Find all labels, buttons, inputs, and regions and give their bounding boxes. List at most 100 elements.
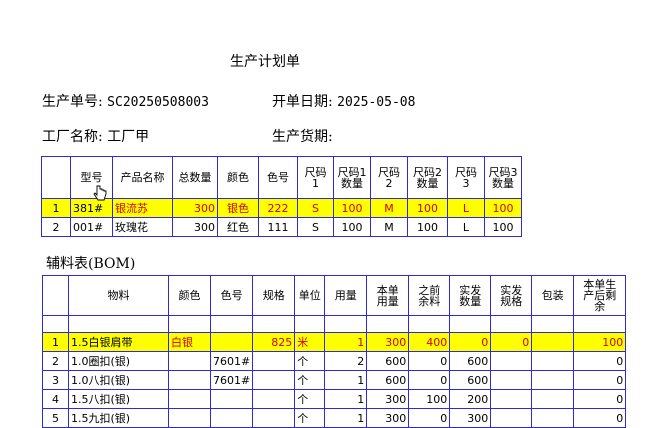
col-header-size2: 尺码 2 (370, 156, 408, 199)
order-number-value: SC20250508003 (107, 95, 209, 110)
table-row[interactable]: 2 001# 玫瑰花 300 红色 111 S 100 M 100 L 100 (41, 217, 522, 237)
table-cell: 200 (449, 389, 492, 409)
factory-name: 工厂名称: 工厂甲 (42, 126, 149, 146)
table-cell: 1 (324, 408, 368, 428)
table-cell: 0 (573, 370, 627, 390)
table-cell (168, 408, 211, 428)
bom-table-header: 物料 颜色 色号 规格 单位 用量 本单 用量 之前 余料 实发 数量 实发 规格 包装… (42, 275, 627, 316)
table-cell: 2 (41, 217, 71, 237)
col-header-issued-spec: 实发 规格 (490, 275, 533, 316)
table-cell (531, 332, 575, 352)
table-cell: 1 (41, 198, 71, 218)
table-cell: 600 (449, 370, 492, 390)
col-header-size2-qty: 尺码2 数量 (407, 156, 448, 199)
table-cell: 1.5八扣(银) (68, 389, 169, 409)
table-cell (252, 389, 296, 409)
table-cell: 100 (333, 198, 371, 218)
table-cell (490, 408, 533, 428)
col-header-color: 颜色 (217, 156, 259, 199)
table-cell: 111 (258, 217, 298, 237)
table-cell: S (297, 217, 334, 237)
factory-name-value: 工厂甲 (107, 129, 150, 145)
order-number: 生产单号: SC20250508003 (42, 91, 209, 111)
table-cell: 100 (407, 198, 448, 218)
table-cell: 100 (573, 332, 627, 352)
col-header-usage: 用量 (324, 275, 368, 316)
document-title: 生产计划单 (230, 54, 300, 70)
table-cell: S (297, 198, 334, 218)
table-cell: 白银 (168, 332, 211, 352)
col-header-prior-remain: 之前 余料 (408, 275, 451, 316)
delivery-date-label: 生产货期: (272, 129, 333, 145)
col-header-packaging: 包装 (531, 275, 575, 316)
table-cell: 个 (294, 408, 326, 428)
table-row[interactable]: 5 1.5九扣(银) 个 1 300 0 300 0 (42, 408, 627, 428)
product-table: 型号 产品名称 总数量 颜色 色号 尺码 1 尺码1 数量 尺码 2 尺码2 数量 尺码… (41, 156, 522, 237)
table-cell: 100 (408, 389, 451, 409)
table-cell (168, 389, 211, 409)
table-row[interactable]: 3 1.0八扣(银) 7601# 个 1 600 0 600 0 (42, 370, 627, 390)
table-cell (168, 370, 211, 390)
col-header-remaining: 本单生 产后剩余 (573, 275, 627, 316)
table-cell: 222 (258, 198, 298, 218)
table-cell: 300 (366, 332, 410, 352)
table-row[interactable]: 2 1.0圈扣(银) 7601# 个 2 600 0 600 0 (42, 351, 627, 371)
table-row[interactable]: 1 381# 银流苏 300 银色 222 S 100 M 100 L 100 (41, 198, 522, 218)
table-cell (490, 389, 533, 409)
table-cell: 7601# (209, 370, 254, 390)
table-cell: L (447, 217, 485, 237)
table-cell: 1.0圈扣(银) (68, 351, 169, 371)
table-cell: 2 (324, 351, 368, 371)
order-number-label: 生产单号: (42, 94, 103, 110)
col-header-size3: 尺码 3 (447, 156, 485, 199)
table-cell: 0 (573, 351, 627, 371)
table-cell (490, 351, 533, 371)
table-cell: 600 (449, 351, 492, 371)
table-cell: 3 (42, 370, 69, 390)
table-cell: 600 (366, 370, 410, 390)
col-header-color-code: 色号 (258, 156, 298, 199)
table-cell: 300 (449, 408, 492, 428)
table-cell: 个 (294, 351, 326, 371)
col-header-unit: 单位 (294, 275, 326, 316)
table-row[interactable]: 4 1.5八扣(银) 个 1 300 100 200 0 (42, 389, 627, 409)
table-cell: 300 (172, 198, 218, 218)
order-date: 开单日期: 2025-05-08 (272, 91, 415, 111)
table-cell: 1 (324, 332, 368, 352)
hand-cursor-icon (93, 185, 107, 201)
bom-title: 辅料表(BOM) (46, 256, 136, 272)
table-cell: 0 (408, 408, 451, 428)
table-cell (531, 389, 575, 409)
table-cell (252, 351, 296, 371)
bom-header-spacer (42, 315, 627, 333)
col-header-material: 物料 (68, 275, 169, 316)
table-cell: L (447, 198, 485, 218)
table-cell (531, 408, 575, 428)
col-header-color: 颜色 (168, 275, 211, 316)
table-cell: 1 (324, 389, 368, 409)
table-cell: M (370, 198, 408, 218)
table-cell: 300 (366, 389, 410, 409)
order-date-label: 开单日期: (272, 94, 333, 110)
table-cell: 825 (252, 332, 296, 352)
table-cell: 2 (42, 351, 69, 371)
col-header (41, 156, 71, 199)
order-date-value: 2025-05-08 (337, 95, 416, 110)
table-cell: 0 (490, 332, 533, 352)
table-cell: 1.5九扣(银) (68, 408, 169, 428)
col-header-total-qty: 总数量 (172, 156, 218, 199)
table-cell: 300 (366, 408, 410, 428)
table-cell: 0 (408, 370, 451, 390)
table-cell: 0 (408, 351, 451, 371)
col-header-color-code: 色号 (209, 275, 254, 316)
table-row[interactable]: 1 1.5白银肩带 白银 825 米 1 300 400 0 0 100 (42, 332, 627, 352)
table-cell (531, 370, 575, 390)
table-cell: 400 (408, 332, 451, 352)
table-cell (209, 389, 254, 409)
table-cell (168, 351, 211, 371)
table-cell: 100 (484, 217, 522, 237)
table-cell: 600 (366, 351, 410, 371)
table-cell: 1.5白银肩带 (68, 332, 169, 352)
table-cell: 300 (172, 217, 218, 237)
table-cell (209, 408, 254, 428)
